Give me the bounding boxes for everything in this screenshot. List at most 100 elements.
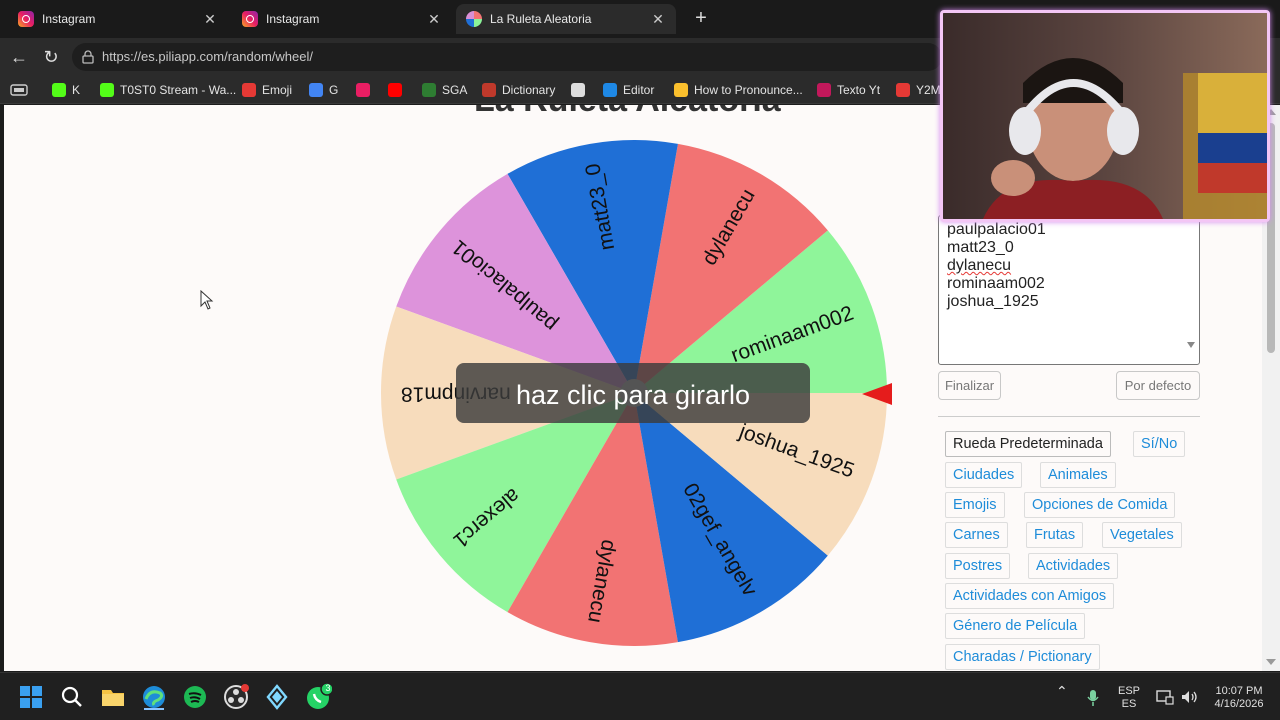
youtube-icon bbox=[817, 83, 831, 97]
preset-si-no[interactable]: Sí/No bbox=[1133, 431, 1186, 457]
tab-label: Instagram bbox=[266, 12, 320, 26]
close-icon[interactable]: ✕ bbox=[202, 11, 218, 28]
finalize-button[interactable]: Finalizar bbox=[938, 371, 1001, 400]
instagram-icon bbox=[18, 11, 34, 27]
dictionary-icon bbox=[482, 83, 496, 97]
youtube-icon bbox=[388, 83, 402, 97]
obs-icon[interactable] bbox=[222, 683, 250, 711]
preset-carnes[interactable]: Carnes bbox=[945, 522, 1008, 548]
bookmark-label: SGA bbox=[442, 83, 468, 97]
preset-ciudades[interactable]: Ciudades bbox=[945, 462, 1023, 488]
preset-charadas-pictionary[interactable]: Charadas / Pictionary bbox=[945, 644, 1100, 670]
tab-instagram-2[interactable]: Instagram ✕ bbox=[232, 4, 452, 34]
microphone-icon[interactable] bbox=[1086, 689, 1100, 707]
bookmark-item[interactable]: SGA bbox=[422, 81, 467, 99]
bookmark-label: How to Pronounce... bbox=[694, 83, 803, 97]
bookmark-item[interactable]: K bbox=[52, 81, 80, 99]
bookmark-item[interactable]: Editor bbox=[603, 81, 654, 99]
bookmark-item[interactable] bbox=[388, 81, 408, 99]
network-icon[interactable] bbox=[1156, 689, 1174, 705]
bookmark-label: T0ST0 Stream - Wa... bbox=[120, 83, 237, 97]
name-entry: joshua_1925 bbox=[947, 293, 1039, 310]
preset-frutas[interactable]: Frutas bbox=[1026, 522, 1084, 548]
editor-icon bbox=[603, 83, 617, 97]
bookmark-item[interactable]: Y2M bbox=[896, 81, 941, 99]
bolt-icon bbox=[242, 83, 256, 97]
bookmark-label: Dictionary bbox=[502, 83, 556, 97]
time-text: 10:07 PM bbox=[1215, 685, 1263, 697]
volume-icon[interactable] bbox=[1180, 689, 1198, 705]
preset-genero-pelicula[interactable]: Género de Película bbox=[945, 613, 1086, 639]
bookmark-item[interactable]: T0ST0 Stream - Wa... bbox=[100, 81, 236, 99]
bookmark-label: G bbox=[329, 83, 339, 97]
kick-icon bbox=[52, 83, 66, 97]
sga-icon bbox=[422, 83, 436, 97]
site-info-icon[interactable] bbox=[82, 50, 94, 64]
tab-search-icon[interactable] bbox=[10, 83, 28, 97]
reload-icon[interactable]: ↻ bbox=[40, 46, 62, 68]
webcam-feed-image bbox=[943, 13, 1267, 219]
file-explorer-icon[interactable] bbox=[99, 683, 127, 711]
names-textarea[interactable]: paulpalacio01 matt23_0 dylanecu rominaam… bbox=[938, 215, 1200, 365]
default-button[interactable]: Por defecto bbox=[1116, 371, 1200, 400]
wheel-pointer bbox=[862, 383, 892, 405]
spin-overlay-button[interactable]: haz clic para girarlo bbox=[456, 363, 810, 423]
date-text: 4/16/2026 bbox=[1214, 698, 1264, 710]
page-title: La Ruleta Aleatoria bbox=[474, 105, 781, 120]
close-icon[interactable]: ✕ bbox=[650, 11, 666, 28]
name-entry: rominaam002 bbox=[947, 275, 1045, 292]
bookmark-item[interactable]: Emoji bbox=[242, 81, 292, 99]
name-entry: dylanecu bbox=[947, 257, 1012, 274]
back-icon[interactable]: ← bbox=[8, 46, 30, 68]
bookmark-item[interactable] bbox=[356, 81, 376, 99]
kick-icon bbox=[100, 83, 114, 97]
bookmark-label: Texto Yt bbox=[837, 83, 881, 97]
bookmark-item[interactable]: Texto Yt bbox=[817, 81, 880, 99]
preset-actividades-amigos[interactable]: Actividades con Amigos bbox=[945, 583, 1115, 609]
whatsapp-badge: 3 bbox=[325, 683, 331, 693]
bookmark-item[interactable]: Dictionary bbox=[482, 81, 555, 99]
streamlabs-icon[interactable] bbox=[263, 683, 291, 711]
bookmark-item[interactable] bbox=[571, 81, 591, 99]
language-indicator[interactable]: ESP ES bbox=[1114, 685, 1144, 711]
pronounce-icon bbox=[674, 83, 688, 97]
wheel-icon bbox=[466, 11, 482, 27]
tab-label: Instagram bbox=[42, 12, 96, 26]
name-entry: paulpalacio01 bbox=[947, 221, 1046, 238]
preset-opciones-comida[interactable]: Opciones de Comida bbox=[1024, 492, 1176, 518]
edge-icon[interactable] bbox=[140, 683, 168, 711]
scroll-down-icon[interactable] bbox=[1187, 342, 1195, 348]
webcam-overlay bbox=[940, 10, 1270, 222]
bookmark-item[interactable]: G bbox=[309, 81, 338, 99]
new-tab-button[interactable]: + bbox=[690, 8, 712, 30]
mouse-cursor-icon bbox=[200, 290, 214, 310]
preset-vegetales[interactable]: Vegetales bbox=[1102, 522, 1182, 548]
instagram-icon bbox=[242, 11, 258, 27]
url-text: https://es.piliapp.com/random/wheel/ bbox=[102, 49, 313, 64]
close-icon[interactable]: ✕ bbox=[426, 11, 442, 28]
bookmark-label: Emoji bbox=[262, 83, 293, 97]
spotify-icon[interactable] bbox=[181, 683, 209, 711]
preset-postres[interactable]: Postres bbox=[945, 553, 1011, 579]
search-icon[interactable] bbox=[58, 683, 86, 711]
instagram-icon bbox=[356, 83, 370, 97]
chevron-up-icon[interactable]: ⌃ bbox=[1056, 684, 1068, 698]
divider bbox=[938, 416, 1200, 417]
tab-instagram-1[interactable]: Instagram ✕ bbox=[8, 4, 228, 34]
preset-rueda-predeterminada[interactable]: Rueda Predeterminada bbox=[945, 431, 1111, 457]
tab-ruleta[interactable]: La Ruleta Aleatoria ✕ bbox=[456, 4, 676, 34]
language-bottom: ES bbox=[1121, 698, 1137, 710]
tab-label: La Ruleta Aleatoria bbox=[490, 12, 592, 26]
taskbar: 3 ⌃ ESP ES 10:07 PM 4/16/2026 bbox=[0, 672, 1280, 720]
preset-animales[interactable]: Animales bbox=[1040, 462, 1116, 488]
preset-actividades[interactable]: Actividades bbox=[1028, 553, 1119, 579]
url-input[interactable]: https://es.piliapp.com/random/wheel/ bbox=[72, 43, 942, 71]
bookmark-item[interactable]: How to Pronounce... bbox=[674, 81, 803, 99]
preset-emojis[interactable]: Emojis bbox=[945, 492, 1005, 518]
windows-start-icon[interactable] bbox=[17, 683, 45, 711]
bookmark-label: K bbox=[72, 83, 81, 97]
scroll-down-icon[interactable] bbox=[1266, 659, 1276, 665]
bookmark-label: Editor bbox=[623, 83, 655, 97]
y2m-icon bbox=[896, 83, 910, 97]
clock[interactable]: 10:07 PM 4/16/2026 bbox=[1206, 685, 1272, 711]
